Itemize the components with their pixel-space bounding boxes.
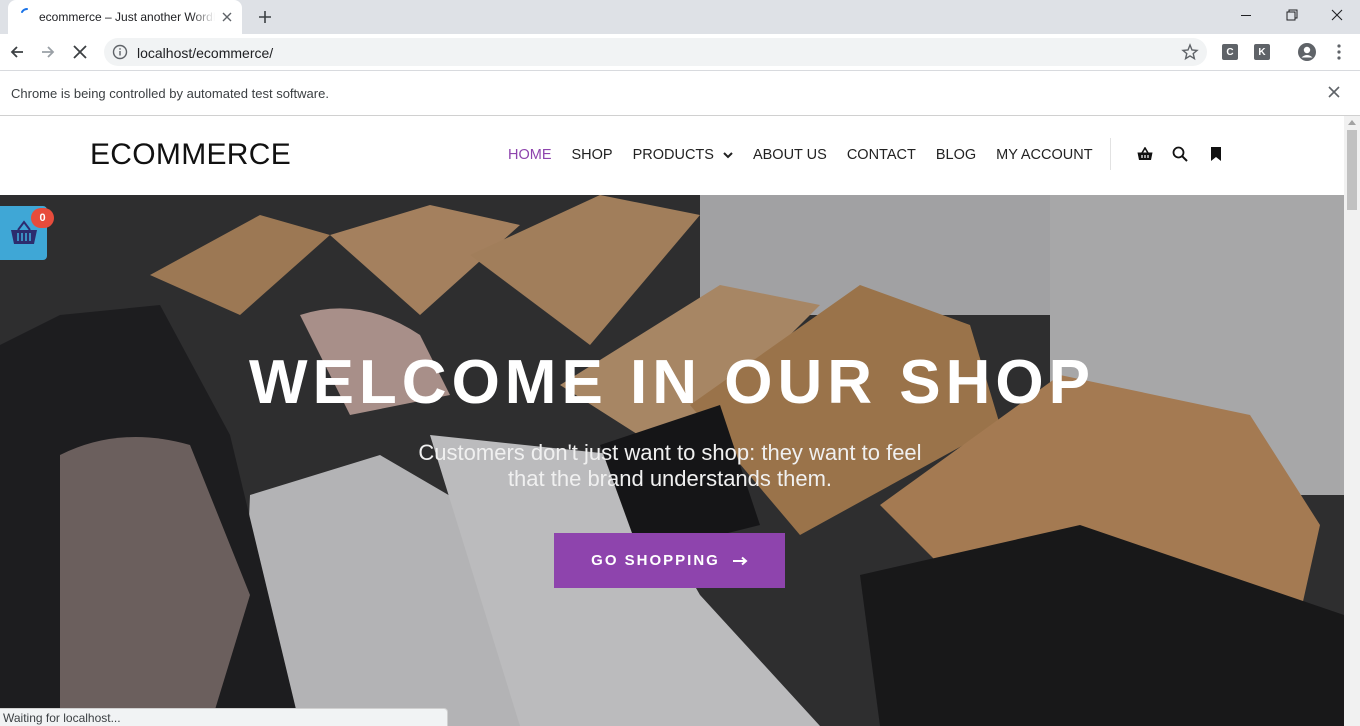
url-text: localhost/ecommerce/ xyxy=(137,45,274,61)
infobar-close-icon[interactable] xyxy=(1328,85,1344,101)
site-title[interactable]: ECOMMERCE xyxy=(90,138,291,172)
extension-k-icon[interactable]: K xyxy=(1254,44,1270,60)
menu-kebab-icon[interactable] xyxy=(1327,40,1351,64)
back-icon[interactable] xyxy=(5,40,29,64)
stop-loading-icon[interactable] xyxy=(68,40,92,64)
site-info-icon[interactable] xyxy=(112,44,128,60)
extension-c-icon[interactable]: C xyxy=(1222,44,1238,60)
tab-strip: ecommerce – Just another WordPress site xyxy=(0,0,1360,34)
nav-item-products-label: PRODUCTS xyxy=(632,147,714,163)
tab-title: ecommerce – Just another WordPress site xyxy=(39,10,215,26)
hero-title: WELCOME IN OUR SHOP xyxy=(249,348,1095,417)
nav-item-products[interactable]: PRODUCTS xyxy=(633,147,733,163)
bookmark-icon[interactable] xyxy=(1207,145,1225,163)
tab-close-icon[interactable] xyxy=(219,9,235,25)
main-nav: HOME SHOP PRODUCTS ABOUT US CONTACT BLOG… xyxy=(508,147,1113,163)
profile-icon[interactable] xyxy=(1295,40,1319,64)
nav-item-blog[interactable]: BLOG xyxy=(936,147,976,163)
automation-infobar: Chrome is being controlled by automated … xyxy=(0,71,1360,116)
browser-tab[interactable]: ecommerce – Just another WordPress site xyxy=(8,0,242,34)
page-scrollbar[interactable] xyxy=(1344,116,1360,726)
hero-subtitle: Customers don't just want to shop: they … xyxy=(418,440,922,491)
go-shopping-label: GO SHOPPING xyxy=(591,552,720,569)
arrow-right-icon xyxy=(732,556,748,566)
page-viewport: ECOMMERCE HOME SHOP PRODUCTS ABOUT US CO… xyxy=(0,116,1344,726)
header-divider xyxy=(1110,138,1111,170)
minimize-icon[interactable] xyxy=(1223,0,1269,30)
loading-spinner-icon xyxy=(19,7,35,23)
site-header: ECOMMERCE HOME SHOP PRODUCTS ABOUT US CO… xyxy=(0,116,1344,195)
search-icon[interactable] xyxy=(1171,145,1189,163)
restore-icon[interactable] xyxy=(1269,0,1315,30)
close-window-icon[interactable] xyxy=(1314,0,1360,30)
nav-item-my-account[interactable]: MY ACCOUNT xyxy=(996,147,1092,163)
bookmark-star-icon[interactable] xyxy=(1181,43,1199,61)
new-tab-icon[interactable] xyxy=(255,7,275,27)
nav-item-about-us[interactable]: ABOUT US xyxy=(753,147,827,163)
chevron-down-icon xyxy=(723,151,733,159)
cart-count-badge: 0 xyxy=(31,208,54,228)
basket-icon[interactable] xyxy=(1136,145,1154,163)
nav-item-shop[interactable]: SHOP xyxy=(572,147,613,163)
infobar-message: Chrome is being controlled by automated … xyxy=(11,86,329,101)
hero-banner: WELCOME IN OUR SHOP Customers don't just… xyxy=(0,195,1344,726)
nav-item-contact[interactable]: CONTACT xyxy=(847,147,916,163)
scrollbar-thumb[interactable] xyxy=(1347,130,1357,210)
go-shopping-button[interactable]: GO SHOPPING xyxy=(554,533,785,588)
scroll-up-arrow-icon[interactable] xyxy=(1348,120,1356,125)
status-bubble: Waiting for localhost... xyxy=(0,708,448,726)
browser-toolbar: localhost/ecommerce/ C K xyxy=(0,34,1360,71)
nav-item-home[interactable]: HOME xyxy=(508,147,552,163)
address-bar[interactable]: localhost/ecommerce/ xyxy=(104,38,1207,66)
forward-icon[interactable] xyxy=(36,40,60,64)
